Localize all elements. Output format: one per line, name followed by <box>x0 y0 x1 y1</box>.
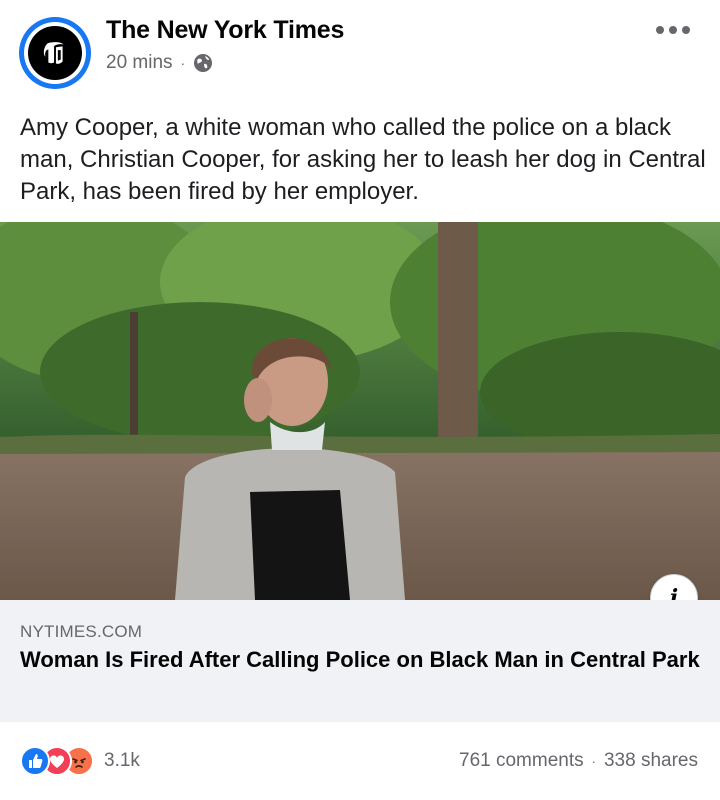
page-name[interactable]: The New York Times <box>106 16 344 45</box>
more-dot-icon <box>656 26 664 34</box>
reaction-count: 3.1k <box>104 750 140 771</box>
nyt-logo-icon <box>28 26 82 80</box>
link-preview-image[interactable] <box>0 222 720 600</box>
page-avatar[interactable] <box>19 17 91 89</box>
meta-separator: · <box>180 55 186 71</box>
post-footer: 3.1k 761 comments · 338 shares <box>0 722 720 800</box>
reactions-summary[interactable]: 3.1k <box>20 746 140 776</box>
post-header: The New York Times 20 mins · <box>0 0 720 100</box>
stats-separator: · <box>591 753 596 769</box>
comments-count-link[interactable]: 761 comments <box>459 750 584 772</box>
more-options-button[interactable] <box>656 22 690 38</box>
more-dot-icon <box>669 26 677 34</box>
like-icon <box>20 746 50 776</box>
link-preview-details[interactable]: NYTIMES.COM Woman Is Fired After Calling… <box>0 600 720 722</box>
post-caption: Amy Cooper, a white woman who called the… <box>20 114 706 205</box>
park-photo <box>0 222 720 600</box>
post-time[interactable]: 20 mins <box>106 52 173 74</box>
post-meta: 20 mins · <box>106 52 213 74</box>
engagement-stats: 761 comments · 338 shares <box>459 750 698 772</box>
link-headline[interactable]: Woman Is Fired After Calling Police on B… <box>20 646 710 674</box>
avatar-ring <box>24 22 86 84</box>
more-dot-icon <box>682 26 690 34</box>
link-domain: NYTIMES.COM <box>20 622 143 641</box>
globe-icon <box>194 54 213 72</box>
shares-count-link[interactable]: 338 shares <box>604 750 698 772</box>
